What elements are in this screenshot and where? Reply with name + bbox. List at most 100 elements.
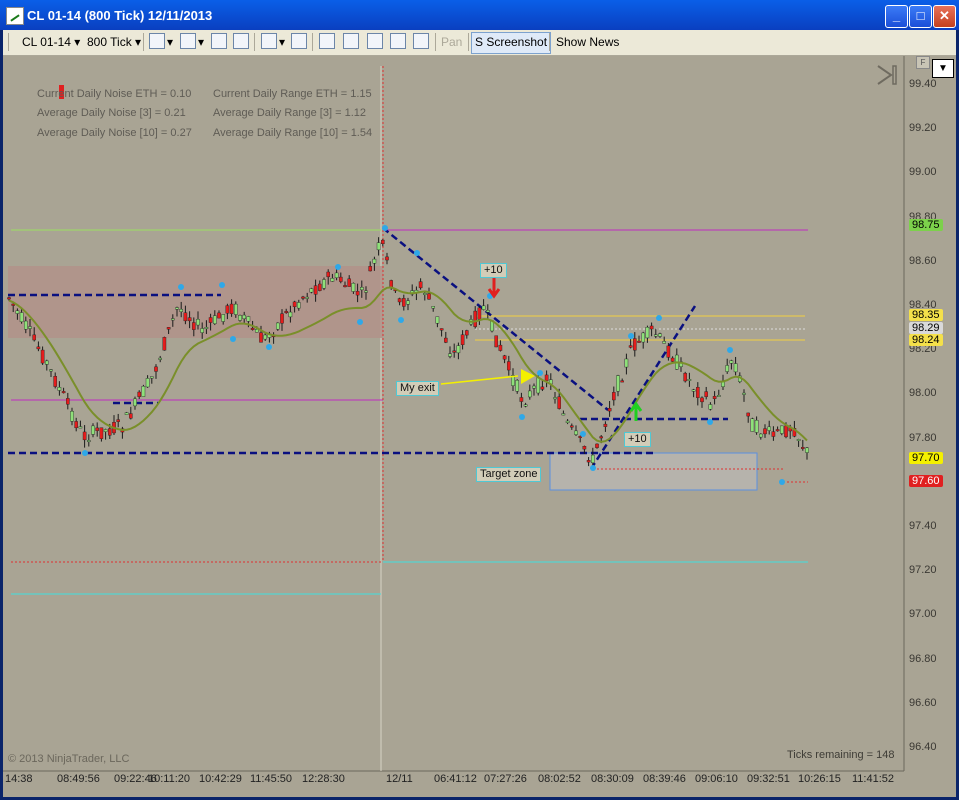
x-tick-label: 08:49:56: [57, 773, 100, 785]
candle-down: [318, 283, 322, 291]
annotation-plus10-top[interactable]: +10: [480, 263, 507, 278]
pan-button[interactable]: Pan: [441, 32, 462, 52]
zoom-in-icon[interactable]: [211, 33, 227, 49]
annotation-my-exit[interactable]: My exit: [396, 381, 439, 396]
candle-up: [158, 357, 163, 360]
title-bar: CL 01-14 (800 Tick) 12/11/2013 _ □ ✕: [0, 0, 959, 30]
candle-down: [154, 366, 158, 372]
indicators-icon[interactable]: [319, 33, 335, 49]
candle-down: [439, 328, 444, 331]
candle-down: [397, 298, 402, 303]
annotation-target-zone[interactable]: Target zone: [476, 467, 542, 482]
swing-pivot-dot: [537, 370, 543, 376]
x-tick-label: 08:30:09: [591, 773, 634, 785]
candle-down: [217, 312, 221, 319]
candle-down: [427, 293, 431, 300]
swing-pivot-dot: [357, 319, 363, 325]
candle-down: [502, 355, 507, 360]
candle-up: [553, 397, 557, 400]
layout-icon[interactable]: [413, 33, 429, 49]
candle-up: [254, 329, 259, 333]
price-marker-tag: 98.24: [909, 334, 943, 346]
candle-down: [225, 305, 230, 314]
candle-down: [191, 322, 196, 330]
candle-up: [750, 418, 755, 432]
swing-pivot-dot: [230, 336, 236, 342]
candle-down: [544, 374, 549, 381]
swing-pivot-dot: [707, 419, 713, 425]
candle-down: [385, 256, 389, 261]
strategies-icon[interactable]: [343, 33, 359, 49]
chevron-down-icon[interactable]: ▾: [279, 32, 285, 52]
candle-up: [754, 419, 759, 433]
chevron-down-icon[interactable]: ▼: [932, 59, 954, 78]
x-tick-label: 12:28:30: [302, 773, 345, 785]
maximize-button[interactable]: □: [909, 5, 932, 28]
candle-down: [771, 431, 776, 437]
minimize-button[interactable]: _: [885, 5, 908, 28]
screenshot-button[interactable]: S Screenshot: [471, 32, 552, 54]
candle-up: [624, 358, 629, 368]
sell-arrow-icon: [487, 278, 501, 299]
zoom-out-icon[interactable]: [233, 33, 249, 49]
show-news-button[interactable]: Show News: [556, 32, 619, 52]
candle-down: [389, 280, 394, 288]
candle-down: [444, 337, 448, 343]
chart-panel[interactable]: Current Daily Noise ETH = 0.10 Average D…: [3, 56, 956, 797]
play-to-end-icon[interactable]: [875, 64, 899, 86]
candle-up: [200, 328, 205, 333]
candle-up: [431, 306, 436, 309]
chevron-down-icon[interactable]: ▾: [167, 32, 173, 52]
candle-up: [45, 360, 49, 365]
candle-up: [805, 447, 809, 453]
exit-arrow-icon: [521, 369, 535, 384]
y-tick-label: 99.20: [909, 122, 937, 135]
candle-down: [612, 392, 616, 401]
chevron-down-icon: ▾: [74, 35, 81, 49]
instrument-label: CL 01-14: [22, 35, 71, 49]
candle-down: [95, 427, 99, 431]
toolbar-separator: [549, 33, 550, 51]
chart-style-icon[interactable]: [149, 33, 165, 49]
range-text: Current Daily Range ETH = 1.15: [213, 88, 372, 100]
candle-down: [418, 281, 423, 289]
candle-up: [70, 410, 74, 422]
data-box-icon[interactable]: [291, 33, 307, 49]
close-button[interactable]: ✕: [933, 5, 956, 28]
y-tick-label: 97.80: [909, 431, 937, 444]
x-tick-label: 09:06:10: [695, 773, 738, 785]
interval-selector[interactable]: 800 Tick ▾: [87, 32, 141, 52]
candle-down: [347, 278, 352, 287]
swing-pivot-dot: [628, 333, 634, 339]
candle-down: [280, 313, 284, 324]
candle-up: [28, 326, 32, 329]
candle-down: [628, 345, 633, 348]
instrument-selector[interactable]: CL 01-14 ▾: [22, 32, 80, 52]
swing-pivot-dot: [398, 317, 404, 323]
swing-pivot-dot: [590, 465, 596, 471]
candle-up: [448, 353, 452, 357]
chevron-down-icon[interactable]: ▾: [198, 32, 204, 52]
ticks-remaining: Ticks remaining = 148: [787, 749, 895, 761]
candle-down: [259, 332, 263, 343]
y-tick-label: 96.40: [909, 741, 937, 753]
candle-up: [796, 439, 801, 441]
format-icon[interactable]: F: [916, 56, 930, 69]
annotation-plus10-bottom[interactable]: +10: [624, 432, 651, 447]
candle-up: [49, 369, 53, 372]
candle-up: [141, 385, 146, 397]
price-chart[interactable]: [3, 56, 956, 797]
properties-icon[interactable]: [367, 33, 383, 49]
candle-up: [322, 279, 326, 289]
candle-up: [221, 314, 226, 322]
cursor-icon[interactable]: [261, 33, 277, 49]
candle-down: [620, 380, 624, 383]
candle-up: [435, 316, 440, 324]
candle-down: [355, 291, 360, 296]
swing-pivot-dot: [519, 414, 525, 420]
y-tick-label: 98.60: [909, 254, 937, 267]
template-icon[interactable]: [390, 33, 406, 49]
candle-up: [24, 320, 28, 330]
drawing-pencil-icon[interactable]: [180, 33, 196, 49]
copyright: © 2013 NinjaTrader, LLC: [8, 753, 130, 765]
